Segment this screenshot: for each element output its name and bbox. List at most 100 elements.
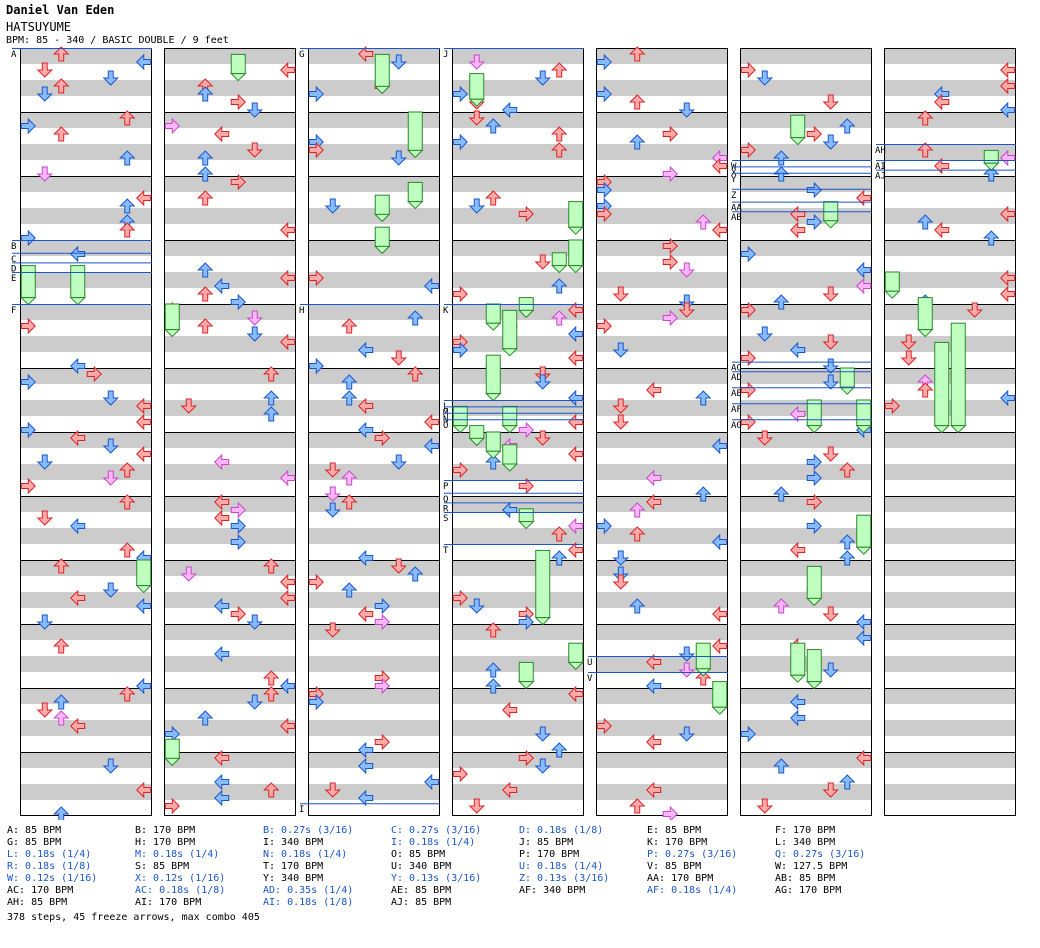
freeze-arrow-tail bbox=[884, 290, 901, 299]
freeze-arrow-icon bbox=[917, 297, 933, 331]
measure-band bbox=[884, 272, 1016, 288]
up-arrow-icon bbox=[53, 126, 70, 142]
legend-entry: S: 85 BPM bbox=[135, 861, 190, 872]
measure-band bbox=[452, 176, 584, 192]
marker-label: B bbox=[11, 242, 16, 252]
measure-band bbox=[308, 336, 440, 352]
measure-band bbox=[884, 240, 1016, 256]
measure-band bbox=[452, 528, 584, 544]
measure-band bbox=[164, 656, 296, 672]
legend-entry: U: 0.18s (1/4) bbox=[519, 861, 604, 872]
legend-entry: AG: 170 BPM bbox=[775, 885, 842, 896]
freeze-arrow-tail bbox=[933, 425, 950, 434]
right-arrow-icon bbox=[712, 605, 728, 623]
measure-band bbox=[164, 80, 296, 96]
legend-entry: N: 0.18s (1/4) bbox=[263, 849, 348, 860]
measure-band bbox=[20, 400, 152, 416]
freeze-arrow-tail bbox=[501, 425, 518, 434]
left-arrow-icon bbox=[452, 765, 468, 783]
bpm-legend: A: 85 BPM B: 170 BPM B: 0.27s (3/16) C: 0.2… bbox=[7, 825, 1037, 925]
legend-entry: AF: 340 BPM bbox=[519, 885, 586, 896]
measure-band bbox=[308, 720, 440, 736]
down-arrow-icon bbox=[612, 286, 629, 302]
measure-band bbox=[884, 752, 1016, 768]
legend-entry: Y: 340 BPM bbox=[263, 873, 324, 884]
freeze-arrow-icon bbox=[568, 642, 584, 663]
freeze-arrow-icon bbox=[839, 367, 855, 388]
measure-band bbox=[884, 656, 1016, 672]
left-arrow-icon bbox=[164, 797, 180, 815]
measure-band bbox=[452, 752, 584, 768]
down-arrow-icon bbox=[612, 414, 629, 430]
up-arrow-icon bbox=[197, 286, 214, 302]
measure-band bbox=[20, 304, 152, 320]
measure-band bbox=[20, 528, 152, 544]
measure-band bbox=[164, 496, 296, 512]
measure-band bbox=[596, 464, 728, 480]
legend-entry: AI: 170 BPM bbox=[135, 897, 202, 908]
left-arrow-icon bbox=[230, 93, 246, 111]
measure-band bbox=[164, 464, 296, 480]
measure-band bbox=[596, 784, 728, 800]
right-arrow-icon bbox=[568, 541, 584, 559]
measure-band bbox=[740, 464, 872, 480]
right-arrow-icon bbox=[934, 221, 950, 239]
freeze-arrow-tail bbox=[485, 393, 502, 402]
measure-band bbox=[884, 720, 1016, 736]
measure-band bbox=[740, 400, 872, 416]
down-arrow-icon bbox=[36, 62, 53, 78]
freeze-arrow-icon bbox=[551, 252, 567, 267]
up-arrow-icon bbox=[119, 222, 136, 238]
freeze-arrow-icon bbox=[374, 194, 390, 215]
freeze-arrow-icon bbox=[164, 303, 180, 331]
measure-band bbox=[20, 656, 152, 672]
right-arrow-icon bbox=[712, 637, 728, 655]
measure-band bbox=[884, 496, 1016, 512]
up-arrow-icon bbox=[917, 382, 934, 398]
down-arrow-icon bbox=[756, 798, 773, 814]
freeze-arrow-icon bbox=[502, 405, 518, 427]
measure-band bbox=[740, 656, 872, 672]
freeze-arrow-tail bbox=[789, 137, 806, 146]
freeze-arrow-tail bbox=[806, 425, 823, 434]
freeze-arrow-tail bbox=[839, 386, 856, 395]
legend-entry: Z: 0.13s (3/16) bbox=[519, 873, 610, 884]
measure-band bbox=[308, 80, 440, 96]
right-arrow-icon bbox=[790, 541, 806, 559]
measure-band bbox=[452, 144, 584, 160]
measure-band bbox=[20, 720, 152, 736]
measure-band bbox=[596, 592, 728, 608]
chart-column bbox=[740, 48, 872, 816]
right-arrow-icon bbox=[424, 413, 440, 431]
measure-band bbox=[740, 592, 872, 608]
measure-band bbox=[308, 48, 440, 64]
measure-band bbox=[596, 368, 728, 384]
down-arrow-icon bbox=[534, 254, 551, 270]
legend-entry: J: 85 BPM bbox=[519, 837, 574, 848]
measure-band bbox=[20, 176, 152, 192]
freeze-arrow-tail bbox=[855, 546, 872, 555]
legend-entry: AC: 170 BPM bbox=[7, 885, 74, 896]
measure-band bbox=[164, 272, 296, 288]
freeze-arrow-tail bbox=[518, 521, 535, 530]
measure-band bbox=[308, 368, 440, 384]
measure-band bbox=[20, 592, 152, 608]
measure-band bbox=[884, 688, 1016, 704]
legend-entry: W: 127.5 BPM bbox=[775, 861, 848, 872]
up-arrow-icon bbox=[119, 542, 136, 558]
measure-band bbox=[884, 368, 1016, 384]
freeze-arrow-tail bbox=[983, 162, 1000, 171]
measure-band bbox=[20, 432, 152, 448]
freeze-arrow-tail bbox=[917, 329, 934, 338]
right-arrow-icon bbox=[568, 413, 584, 431]
freeze-arrow-tail bbox=[501, 348, 518, 357]
down-arrow-icon bbox=[822, 94, 839, 110]
freeze-arrow-tail bbox=[711, 706, 728, 715]
right-arrow-icon bbox=[280, 221, 296, 239]
right-arrow-icon bbox=[934, 93, 950, 111]
left-arrow-icon bbox=[20, 477, 36, 495]
measure-band bbox=[20, 272, 152, 288]
measure-band bbox=[596, 432, 728, 448]
freeze-arrow-icon bbox=[856, 514, 872, 548]
marker-label: V bbox=[587, 674, 593, 684]
